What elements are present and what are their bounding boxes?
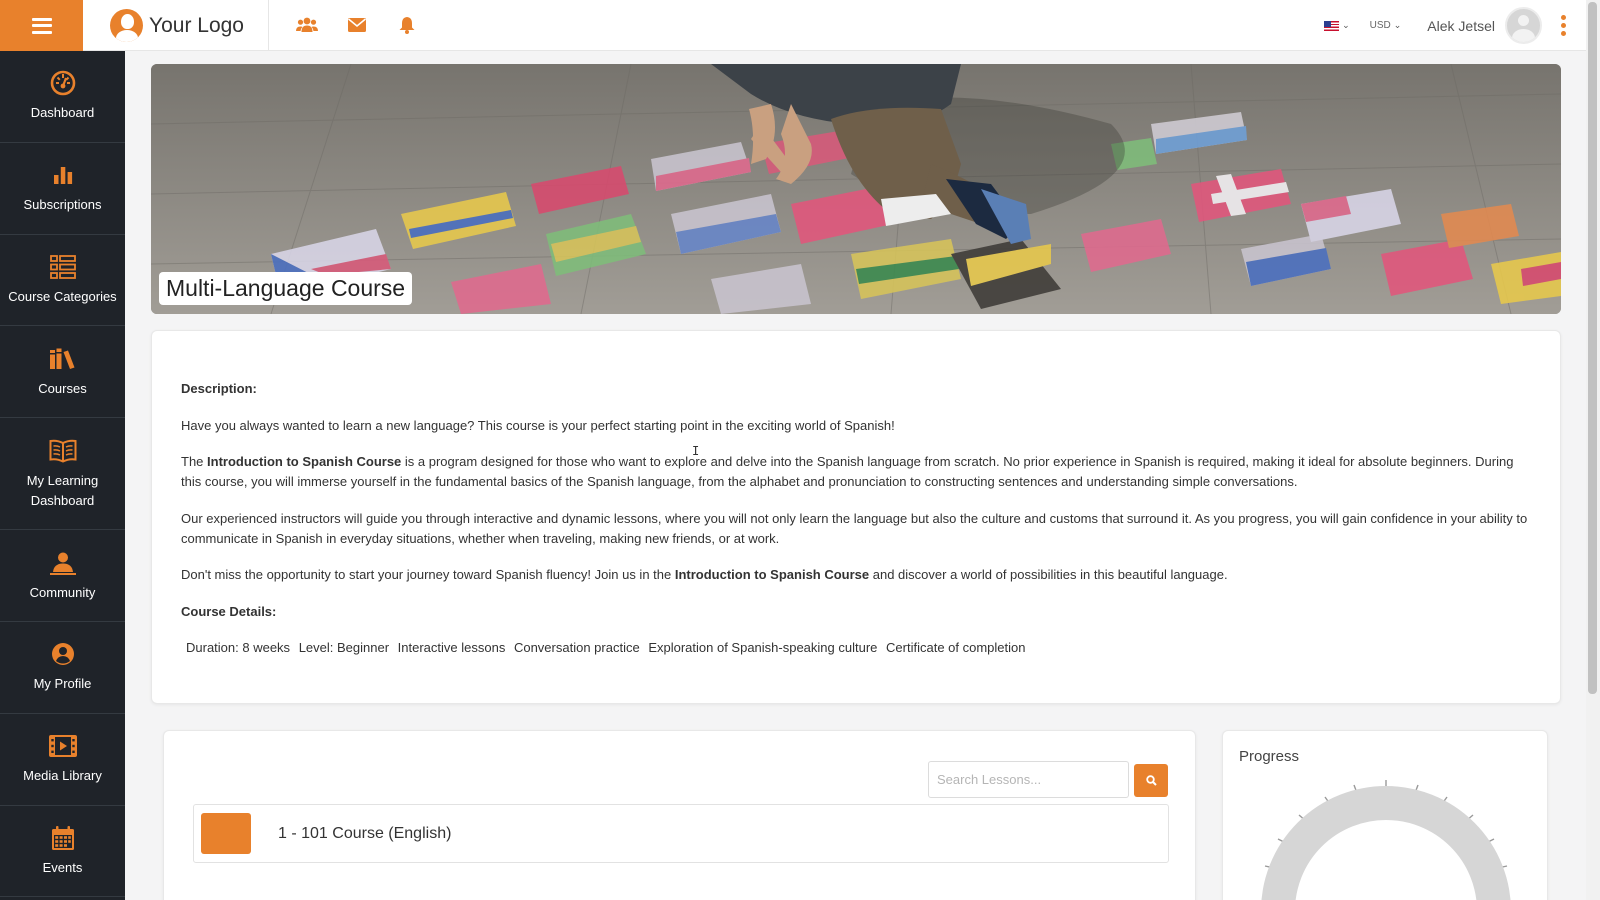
- sidebar-item-media-library[interactable]: Media Library: [0, 714, 125, 806]
- sidebar-item-label: Media Library: [23, 768, 102, 784]
- gauge-icon: [49, 69, 77, 97]
- envelope-icon[interactable]: [346, 14, 368, 36]
- sidebar-item-label: My Learning Dashboard: [26, 472, 99, 508]
- gauge-track: [1261, 786, 1511, 900]
- lesson-item[interactable]: 1 - 101 Course (English): [193, 804, 1169, 863]
- description-heading: Description:: [181, 381, 257, 396]
- bell-icon[interactable]: [396, 14, 418, 36]
- top-bar: Your Logo ⌄ USD ⌄ Alek Jetsel: [0, 0, 1586, 51]
- text-segment: The: [181, 454, 208, 469]
- sidebar-item-my-learning-dashboard[interactable]: My Learning Dashboard: [0, 418, 125, 531]
- search-button[interactable]: [1134, 764, 1168, 797]
- kebab-menu-icon[interactable]: [1560, 15, 1566, 36]
- top-divider: [268, 0, 269, 51]
- sidebar-item-subscriptions[interactable]: Subscriptions: [0, 143, 125, 235]
- sidebar-item-label: Courses: [38, 380, 87, 396]
- user-name[interactable]: Alek Jetsel: [1427, 18, 1495, 34]
- course-detail-item: Exploration of Spanish-speaking culture: [648, 640, 878, 655]
- sidebar-item-course-categories[interactable]: Course Categories: [0, 235, 125, 327]
- menu-icon: [31, 17, 52, 34]
- sidebar-item-my-profile[interactable]: My Profile: [0, 622, 125, 714]
- sidebar-item-label: Events: [42, 859, 83, 875]
- chevron-down-icon: ⌄: [1342, 20, 1350, 30]
- logo-mark-icon: [110, 9, 143, 42]
- course-title: Multi-Language Course: [159, 272, 413, 305]
- course-detail-item: Level: Beginner: [298, 640, 390, 655]
- avatar[interactable]: [1505, 7, 1542, 44]
- sidebar-item-label: Subscriptions: [23, 197, 102, 213]
- logo-text: Your Logo: [149, 13, 244, 37]
- sidebar-item-label: Community: [29, 584, 96, 600]
- description-intro: Have you always wanted to learn a new la…: [181, 417, 895, 433]
- lessons-card: 1 - 101 Course (English): [163, 730, 1196, 900]
- open-book-icon: [49, 437, 77, 465]
- course-detail-item: Certificate of completion: [886, 640, 1026, 655]
- course-details-list: Duration: 8 weeks Level: Beginner Intera…: [181, 638, 1531, 658]
- sidebar-item-label: My Profile: [33, 676, 92, 692]
- sidebar-item-courses[interactable]: Courses: [0, 326, 125, 419]
- text-segment: Don't miss the opportunity to start your…: [181, 567, 675, 582]
- us-flag-icon: [1324, 20, 1340, 31]
- user-circle-icon: [49, 640, 77, 668]
- course-name: Introduction to Spanish Course: [207, 454, 402, 469]
- sidebar-item-dashboard[interactable]: Dashboard: [0, 51, 125, 143]
- course-name: Introduction to Spanish Course: [674, 567, 870, 582]
- course-detail-item: Conversation practice: [513, 640, 640, 655]
- chevron-down-icon: ⌄: [1393, 20, 1402, 30]
- lesson-title: 1 - 101 Course (English): [278, 824, 452, 842]
- description-paragraph-3: Our experienced instructors will guide y…: [181, 510, 1528, 546]
- course-details-heading: Course Details:: [181, 603, 277, 619]
- sidebar-item-community[interactable]: Community: [0, 530, 125, 622]
- group-icon[interactable]: [296, 14, 318, 36]
- course-detail-item: Interactive lessons: [397, 640, 506, 655]
- search-icon: [1145, 775, 1157, 786]
- books-icon: [49, 345, 77, 373]
- text-cursor-icon: I: [692, 444, 700, 458]
- course-hero-banner: Multi-Language Course: [151, 64, 1561, 314]
- film-icon: [48, 732, 77, 760]
- lesson-thumbnail: [201, 813, 251, 854]
- course-detail-item: Duration: 8 weeks: [186, 640, 291, 655]
- page-scrollbar[interactable]: [1586, 0, 1600, 900]
- progress-card: Progress: [1222, 730, 1548, 900]
- community-icon: [49, 549, 77, 577]
- sidebar: Dashboard Subscriptions Course Categorie…: [0, 51, 125, 900]
- logo[interactable]: Your Logo: [110, 9, 244, 42]
- list-icon: [49, 253, 77, 281]
- menu-toggle-button[interactable]: [0, 0, 83, 51]
- scrollbar-thumb[interactable]: [1588, 2, 1597, 694]
- bar-chart-icon: [49, 161, 77, 189]
- language-selector[interactable]: ⌄: [1324, 20, 1350, 31]
- text-segment: and discover a world of possibilities in…: [869, 567, 1228, 582]
- currency-selector[interactable]: USD ⌄: [1370, 20, 1402, 31]
- search-lessons-input[interactable]: [928, 761, 1129, 798]
- sidebar-item-label: Course Categories: [8, 288, 117, 304]
- calendar-icon: [49, 824, 77, 852]
- description-paragraph-4: Don't miss the opportunity to start your…: [181, 565, 1531, 585]
- currency-label: USD: [1369, 20, 1391, 31]
- sidebar-item-events[interactable]: Events: [0, 806, 125, 898]
- course-description-card: Description: Have you always wanted to l…: [151, 330, 1561, 704]
- sidebar-item-label: Dashboard: [30, 105, 95, 121]
- progress-gauge: [1261, 780, 1511, 900]
- description-paragraph-2: The Introduction to Spanish Course is a …: [181, 452, 1531, 492]
